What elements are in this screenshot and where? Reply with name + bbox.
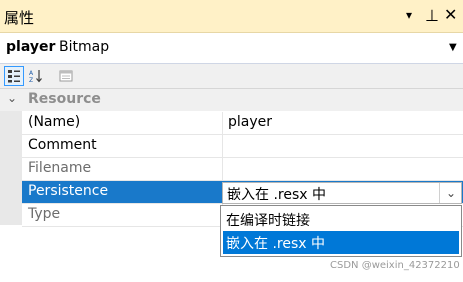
persistence-combobox[interactable]: 嵌入在 .resx 中 ⌄ [222, 182, 462, 204]
property-name: (Name) [28, 114, 81, 130]
chevron-down-icon[interactable]: ⌄ [439, 183, 462, 203]
chevron-down-icon[interactable]: ⌄ [7, 91, 17, 105]
categorized-icon [8, 70, 20, 83]
chevron-down-icon[interactable]: ▼ [449, 42, 457, 53]
combobox-value: 嵌入在 .resx 中 [227, 187, 326, 203]
property-pages-button[interactable] [56, 66, 76, 86]
alphabetical-icon: A Z [29, 70, 42, 83]
category-resource[interactable]: ⌄ Resource [0, 89, 463, 111]
column-divider[interactable] [222, 112, 223, 134]
object-selector[interactable]: player Bitmap ▼ [0, 33, 463, 64]
property-name: Persistence [28, 183, 109, 199]
dropdown-option-linked[interactable]: 在编译时链接 [223, 208, 459, 231]
property-row-filename[interactable]: Filename [22, 158, 463, 181]
column-divider[interactable] [222, 158, 223, 180]
option-label: 在编译时链接 [226, 213, 310, 229]
object-name: player [6, 39, 56, 55]
persistence-dropdown-list: 在编译时链接 嵌入在 .resx 中 [220, 205, 462, 257]
window-position-dropdown-icon[interactable]: ▾ [406, 8, 412, 22]
object-type: Bitmap [59, 39, 110, 55]
property-value[interactable]: player [228, 114, 272, 130]
property-toolbar: A Z [0, 64, 463, 89]
column-divider[interactable] [222, 135, 223, 157]
property-name: Type [28, 206, 61, 222]
panel-title: 属性 [4, 9, 35, 27]
property-name: Comment [28, 137, 97, 153]
svg-text:Z: Z [29, 77, 33, 83]
alphabetical-button[interactable]: A Z [26, 66, 46, 86]
watermark: CSDN @weixin_42372210 [330, 260, 460, 271]
dropdown-option-embedded[interactable]: 嵌入在 .resx 中 [223, 231, 459, 254]
panel-title-bar: 属性 ▾ ⊥ ✕ [0, 0, 463, 33]
option-label: 嵌入在 .resx 中 [226, 236, 325, 252]
property-pages-icon [59, 70, 73, 82]
category-label: Resource [28, 91, 101, 107]
pin-icon[interactable]: ⊥ [425, 6, 439, 25]
property-row-comment[interactable]: Comment [22, 135, 463, 158]
property-row-name[interactable]: (Name) player [22, 112, 463, 135]
categorized-button[interactable] [4, 66, 24, 86]
svg-text:A: A [29, 70, 34, 77]
close-icon[interactable]: ✕ [444, 5, 457, 24]
property-name: Filename [28, 160, 92, 176]
